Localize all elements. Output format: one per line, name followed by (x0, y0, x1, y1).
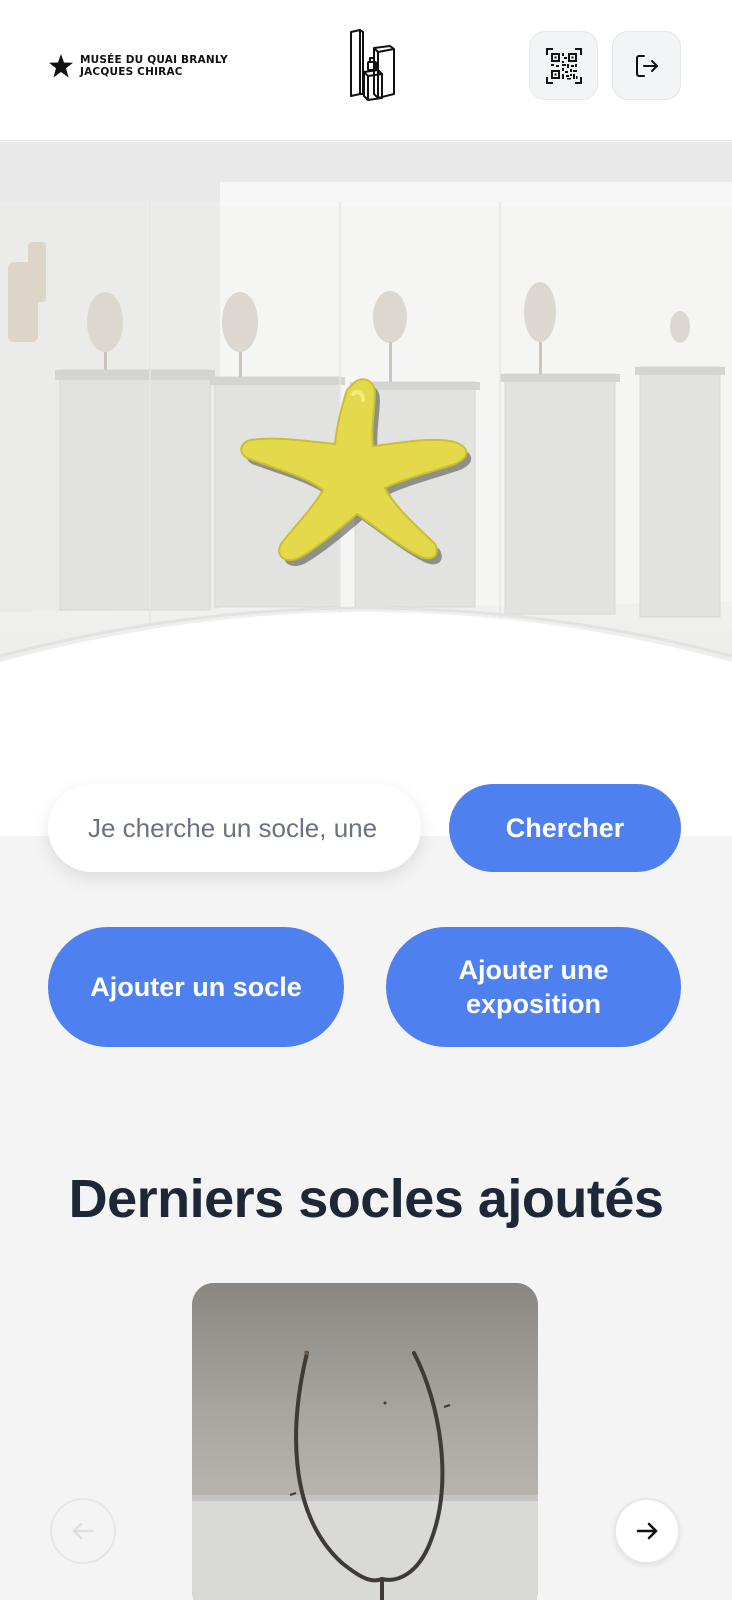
arrow-right-icon (636, 1522, 658, 1540)
hero-banner (0, 142, 732, 836)
header: MUSÉE DU QUAI BRANLY JACQUES CHIRAC (0, 0, 732, 141)
add-socle-button[interactable]: Ajouter un socle (48, 927, 344, 1047)
qr-code-button[interactable] (529, 31, 598, 100)
museum-name-line1: MUSÉE DU QUAI BRANLY (80, 54, 228, 66)
add-exposition-button[interactable]: Ajouter une exposition (386, 927, 681, 1047)
search-input[interactable] (48, 784, 421, 872)
logout-icon (635, 54, 658, 77)
socle-photo (192, 1283, 538, 1600)
logout-button[interactable] (612, 31, 681, 100)
socle-card[interactable] (192, 1283, 538, 1600)
app-logo-pedestal-icon[interactable] (348, 28, 400, 102)
latest-socles-title: Derniers socles ajoutés (68, 1169, 664, 1229)
carousel-prev-button[interactable] (50, 1498, 116, 1564)
yellow-star-icon (240, 378, 472, 567)
museum-logo[interactable]: MUSÉE DU QUAI BRANLY JACQUES CHIRAC (48, 53, 228, 79)
carousel-next-button[interactable] (614, 1498, 680, 1564)
museum-name-line2: JACQUES CHIRAC (80, 66, 183, 78)
search-button[interactable]: Chercher (449, 784, 681, 872)
star-icon (49, 54, 73, 78)
museum-name: MUSÉE DU QUAI BRANLY JACQUES CHIRAC (80, 54, 228, 78)
arrow-left-icon (72, 1522, 94, 1540)
qr-code-icon (545, 47, 582, 84)
